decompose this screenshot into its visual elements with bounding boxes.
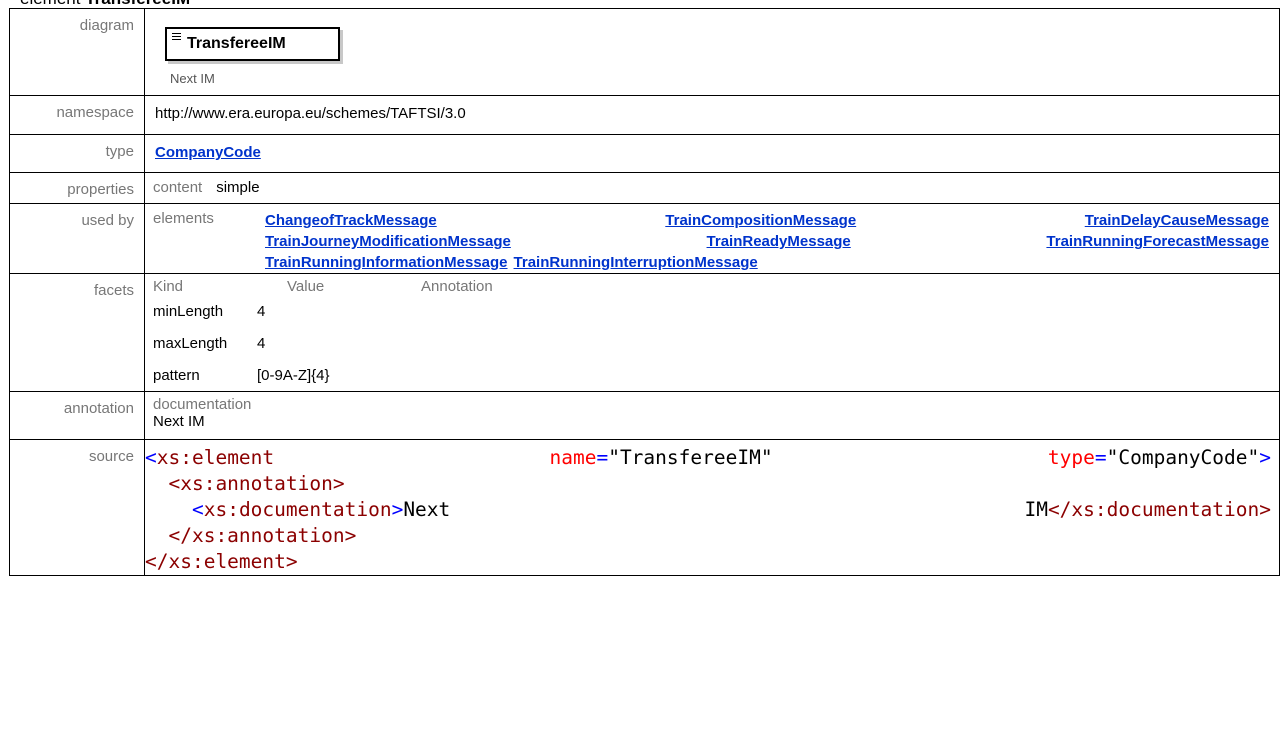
source-line: < xs:documentation > Next IM </xs:documentati…	[191, 498, 1271, 521]
facet-row: pattern [0-9A-Z]{4}	[153, 359, 1279, 391]
used-by-link[interactable]: TrainRunningInterruptionMessage	[514, 252, 758, 273]
row-label: used by	[9, 203, 145, 274]
facets-header-value: Value	[287, 278, 325, 295]
diagram-element-box[interactable]: TransfereeIM	[165, 27, 340, 61]
row-diagram: diagram TransfereeIM Next IM	[9, 8, 1280, 96]
source-line: </xs:annotation>	[168, 524, 357, 547]
element-diagram[interactable]: TransfereeIM Next IM	[165, 27, 349, 89]
row-label: annotation	[9, 391, 145, 440]
annotation-key: documentation	[153, 396, 252, 413]
facet-row: minLength 4	[153, 295, 1279, 327]
used-by-link[interactable]: TrainRunningInformationMessage	[265, 252, 508, 273]
row-label: diagram	[9, 8, 145, 96]
row-label: source	[9, 439, 145, 576]
used-by-link[interactable]: TrainCompositionMessage	[665, 210, 856, 231]
documentation-lines-icon	[172, 33, 181, 41]
used-by-key: elements	[153, 210, 214, 227]
facet-value: 4	[257, 302, 266, 320]
namespace-value: http://www.era.europa.eu/schemes/TAFTSI/…	[155, 105, 466, 122]
used-by-link[interactable]: TrainReadyMessage	[707, 231, 851, 252]
property-value: simple	[216, 179, 260, 196]
facets-header-kind: Kind	[153, 278, 184, 295]
element-doc-table: diagram TransfereeIM Next IM namespace h…	[9, 8, 1280, 576]
row-type: type CompanyCode	[9, 134, 1280, 173]
used-by-link[interactable]: TrainJourneyModificationMessage	[265, 231, 511, 252]
facet-kind: maxLength	[153, 334, 228, 352]
used-by-link[interactable]: TrainDelayCauseMessage	[1085, 210, 1269, 231]
facet-value: [0-9A-Z]{4}	[257, 366, 330, 384]
used-by-link[interactable]: ChangeofTrackMessage	[265, 210, 437, 231]
facets-header: Kind Value Annotation	[153, 278, 1279, 295]
row-annotation: annotation documentation Next IM	[9, 391, 1280, 440]
source-code: < xs:element name = "TransfereeIM" type = "Comp…	[145, 440, 1279, 575]
facets-header-annotation: Annotation	[421, 278, 493, 295]
property-key: content	[153, 179, 203, 196]
row-label: facets	[9, 273, 145, 392]
title-element-name: TransfereeIM	[85, 0, 190, 8]
facet-value: 4	[257, 334, 266, 352]
row-label: properties	[9, 172, 145, 204]
row-properties: properties content simple	[9, 172, 1280, 204]
source-line: <xs:annotation>	[168, 472, 345, 495]
row-namespace: namespace http://www.era.europa.eu/schem…	[9, 95, 1280, 135]
row-label: type	[9, 134, 145, 173]
type-link[interactable]: CompanyCode	[155, 144, 261, 161]
diagram-doc-text: Next IM	[170, 71, 215, 86]
source-line: </xs:element>	[145, 550, 298, 573]
facet-row: maxLength 4	[153, 327, 1279, 359]
row-used-by: used by elements ChangeofTrackMessage Tr…	[9, 203, 1280, 274]
row-label: namespace	[9, 95, 145, 135]
annotation-value: Next IM	[153, 413, 205, 430]
row-facets: facets Kind Value Annotation minLength 4…	[9, 273, 1280, 392]
diagram-element-name: TransfereeIM	[187, 35, 286, 52]
source-line: < xs:element name = "TransfereeIM" type = "Comp…	[145, 446, 1271, 469]
row-source: source < xs:element name = "TransfereeIM" typ…	[9, 439, 1280, 576]
facet-kind: pattern	[153, 366, 200, 384]
title-prefix: element	[20, 0, 80, 8]
facet-kind: minLength	[153, 302, 224, 320]
used-by-link[interactable]: TrainRunningForecastMessage	[1046, 231, 1269, 252]
